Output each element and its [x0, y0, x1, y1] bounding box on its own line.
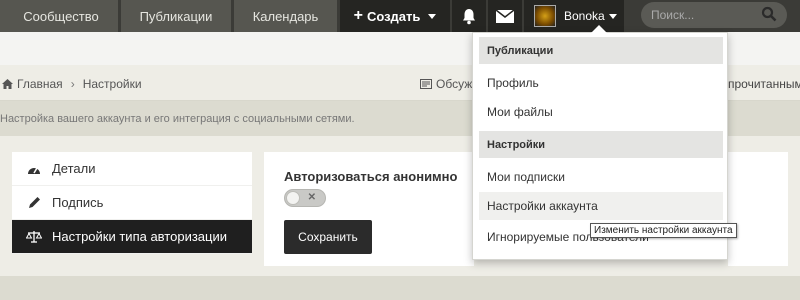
- menu-item-subscriptions[interactable]: Мои подписки: [479, 163, 723, 191]
- close-icon: ✕: [307, 192, 316, 203]
- messages-button[interactable]: [488, 0, 522, 32]
- sidebar-item-auth-settings[interactable]: Настройки типа авторизации: [12, 220, 252, 254]
- notifications-button[interactable]: [452, 0, 486, 32]
- menu-header-settings: Настройки: [479, 131, 723, 158]
- newspaper-icon: [420, 79, 432, 89]
- mark-read-link[interactable]: прочитанным: [728, 77, 800, 91]
- sidebar-item-label: Настройки типа авторизации: [52, 229, 227, 244]
- footer-band: [0, 276, 800, 300]
- avatar: [534, 5, 556, 27]
- toggle-knob: [286, 191, 300, 205]
- tab-label: Сообщество: [23, 8, 99, 24]
- search-input[interactable]: Поиск...: [641, 2, 787, 28]
- caret-down-icon: [608, 13, 617, 19]
- menu-item-my-files[interactable]: Мои файлы: [479, 98, 723, 126]
- tab-calendar[interactable]: Календарь: [234, 0, 337, 32]
- create-label: Создать: [366, 8, 421, 24]
- breadcrumb: Главная › Настройки: [2, 77, 142, 91]
- menu-header-publications: Публикации: [479, 37, 723, 64]
- tab-publications[interactable]: Публикации: [121, 0, 231, 32]
- auth-settings-panel: Авторизоваться анонимно ✕ Сохранить: [264, 152, 474, 266]
- page-subtitle: Настройка вашего аккаунта и его интеграц…: [0, 113, 355, 125]
- plus-icon: +: [353, 7, 363, 24]
- tooltip: Изменить настройки аккаунта: [590, 223, 737, 238]
- menu-item-account-settings[interactable]: Настройки аккаунта: [479, 192, 723, 220]
- sidebar-item-label: Подпись: [52, 195, 104, 210]
- tab-label: Публикации: [139, 8, 213, 24]
- dashboard-icon: [26, 163, 42, 175]
- sidebar-item-label: Детали: [52, 161, 96, 176]
- create-button[interactable]: + Создать: [340, 0, 450, 32]
- envelope-icon: [496, 9, 514, 23]
- home-icon: [2, 79, 13, 89]
- bell-icon: [463, 8, 475, 24]
- tab-label: Календарь: [252, 8, 319, 24]
- breadcrumb-current: Настройки: [82, 77, 142, 91]
- search-icon[interactable]: [761, 6, 777, 22]
- chevron-right-icon: ›: [70, 77, 75, 91]
- menu-item-profile[interactable]: Профиль: [479, 69, 723, 97]
- caret-down-icon: [428, 13, 437, 19]
- username: Bonoka: [564, 9, 605, 23]
- pencil-icon: [26, 196, 42, 209]
- breadcrumb-home-link[interactable]: Главная: [17, 77, 63, 91]
- panel-right-edge: [728, 152, 788, 266]
- tab-community[interactable]: Сообщество: [0, 0, 118, 32]
- sidebar-item-signature[interactable]: Подпись: [12, 186, 252, 220]
- panel-title: Авторизоваться анонимно: [284, 169, 458, 184]
- settings-sidebar: Детали Подпись Настройки типа авторизаци…: [12, 152, 252, 254]
- user-menu-button[interactable]: Bonoka: [524, 0, 624, 32]
- sidebar-item-details[interactable]: Детали: [12, 152, 252, 186]
- save-button[interactable]: Сохранить: [284, 220, 372, 254]
- scales-icon: [26, 230, 42, 243]
- discussions-link[interactable]: Обсужд: [420, 77, 479, 91]
- anonymous-login-toggle[interactable]: ✕: [284, 189, 326, 207]
